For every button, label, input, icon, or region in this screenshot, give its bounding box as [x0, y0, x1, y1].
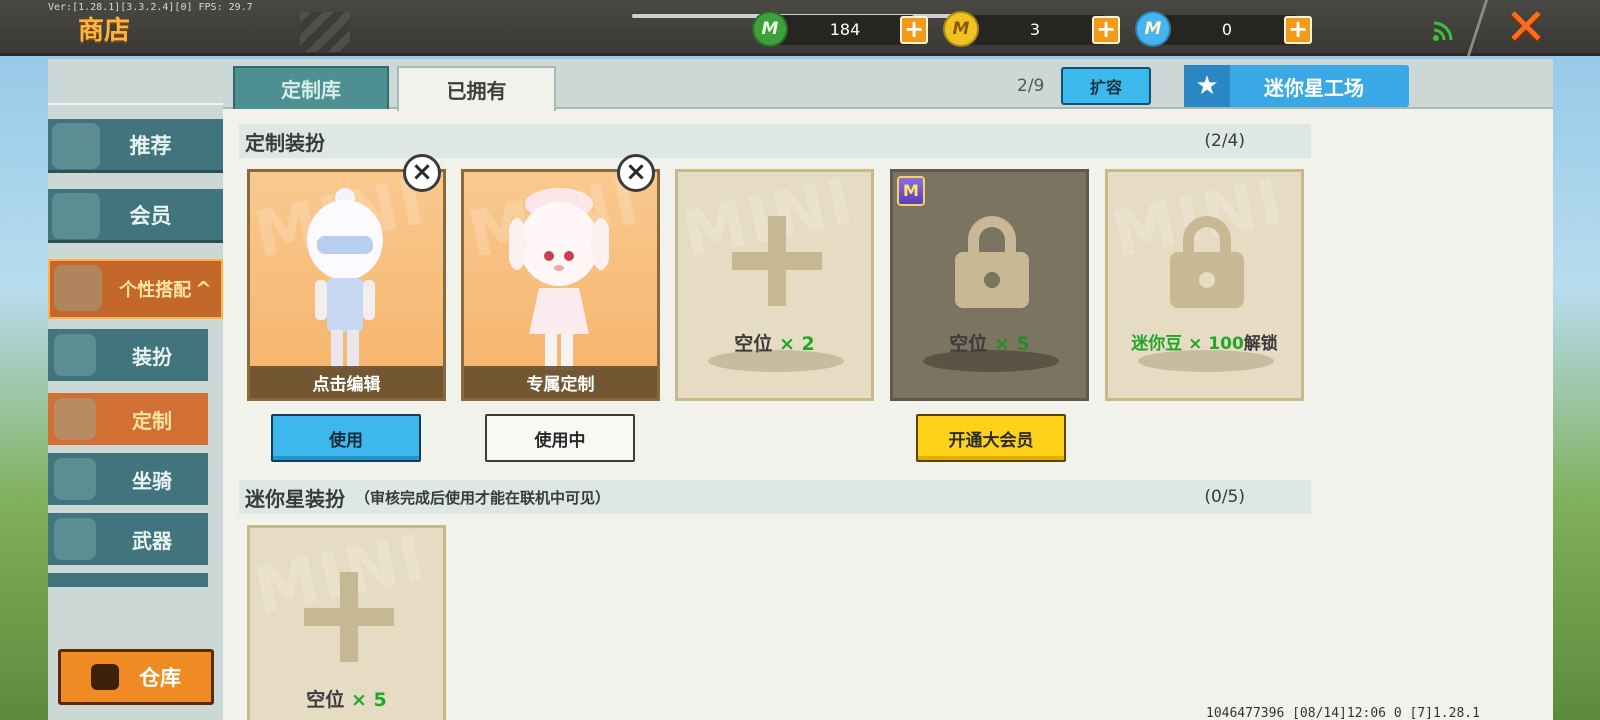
- sidebar-item-recommend[interactable]: 推荐: [48, 119, 223, 173]
- shirt-icon: [54, 334, 96, 376]
- star-icon: ★: [1184, 65, 1230, 107]
- avatar-white-goggles-image: [307, 188, 383, 368]
- lock-icon: [1170, 216, 1244, 308]
- mini-coin-green-icon: M: [752, 11, 788, 47]
- tab-owned[interactable]: 已拥有: [397, 66, 556, 111]
- gun-icon: [54, 518, 96, 560]
- sidebar-item-label: 装扮: [132, 344, 172, 369]
- workshop-label: 迷你星工场: [1264, 75, 1364, 100]
- sidebar-item-label: 定制: [132, 408, 172, 433]
- member-card-icon: [52, 193, 100, 239]
- plus-icon: [304, 572, 394, 662]
- custom-outfit-section-header: 定制装扮 (2/4): [239, 124, 1311, 158]
- add-blue-coin-button[interactable]: +: [1284, 16, 1312, 44]
- card-caption: 专属定制: [464, 366, 657, 398]
- slot-count: × 5: [350, 689, 387, 711]
- lock-icon: [955, 216, 1029, 308]
- sidebar-item-partial[interactable]: [48, 573, 208, 587]
- plus-icon: [732, 216, 822, 306]
- unlock-label: 解锁: [1243, 334, 1278, 354]
- card-caption: 点击编辑: [250, 366, 443, 398]
- chest-icon: [91, 664, 119, 690]
- mini-star-section-header: 迷你星装扮 （审核完成后使用才能在联机中可见） (0/5): [239, 480, 1311, 514]
- slot-label: 空位: [734, 333, 773, 355]
- open-vip-button[interactable]: 开通大会员: [916, 414, 1066, 462]
- close-button[interactable]: ✕: [1500, 2, 1552, 54]
- empty-slot-card[interactable]: MINI 空位 × 2: [675, 169, 874, 401]
- sidebar-item-label: 个性搭配: [119, 280, 192, 301]
- use-button[interactable]: 使用: [271, 414, 421, 462]
- currency-green-value: 184: [829, 20, 861, 39]
- sidebar-item-mount[interactable]: 坐骑: [48, 453, 208, 505]
- expand-capacity-button[interactable]: 扩容: [1061, 67, 1151, 105]
- slot-label: 空位: [306, 689, 345, 711]
- thumbs-up-icon: [52, 123, 100, 169]
- sidebar-item-label: 会员: [129, 203, 172, 228]
- sidebar-item-weapon[interactable]: 武器: [48, 513, 208, 565]
- sidebar-item-personal-style[interactable]: 个性搭配 ^: [48, 259, 223, 319]
- add-gold-coin-button[interactable]: +: [1092, 16, 1120, 44]
- vip-locked-slot-card[interactable]: M 空位 × 5: [890, 169, 1089, 401]
- mount-icon: [54, 458, 96, 500]
- trophy-icon: [54, 265, 102, 311]
- slot-text: 空位 × 5: [250, 685, 443, 712]
- sidebar-item-customize[interactable]: 定制: [48, 393, 208, 445]
- sidebar-divider: [48, 103, 223, 105]
- tab-bar: 定制库 已拥有 2/9 扩容 ★ 迷你星工场: [223, 59, 1553, 111]
- section-title: 定制装扮: [245, 130, 325, 155]
- sidebar-item-member[interactable]: 会员: [48, 189, 223, 243]
- slot-count: × 2: [778, 333, 815, 355]
- mini-coin-blue-icon: M: [1135, 11, 1171, 47]
- slot-text: 空位 × 2: [678, 329, 871, 356]
- section-note: （审核完成后使用才能在联机中可见）: [355, 488, 611, 507]
- vip-badge-icon: M: [897, 176, 925, 206]
- coin-locked-slot-card[interactable]: MINI 迷你豆 × 100解锁: [1105, 169, 1304, 401]
- in-use-button[interactable]: 使用中: [485, 414, 635, 462]
- section-count: (2/4): [1204, 131, 1245, 151]
- decorative-stripes: [300, 12, 350, 52]
- main-panel: 定制库 已拥有 2/9 扩容 ★ 迷你星工场 定制装扮 (2/4) MINI 点…: [223, 59, 1553, 720]
- remove-card-1-button[interactable]: ×: [403, 154, 441, 192]
- currency-gold-value: 3: [1029, 20, 1041, 39]
- outfit-card-2[interactable]: MINI 专属定制: [461, 169, 660, 401]
- device-info: 1046477396 [08/14]12:06 0 [7]1.28.1: [1206, 706, 1480, 720]
- unlock-text: 迷你豆 × 100解锁: [1108, 329, 1301, 354]
- sidebar-item-label: 坐骑: [132, 468, 172, 493]
- slot-count: × 5: [993, 333, 1030, 355]
- sidebar-item-label: 推荐: [129, 133, 172, 158]
- warehouse-button[interactable]: 仓库: [58, 649, 214, 705]
- signal-icon: [1433, 21, 1453, 41]
- slot-text: 空位 × 5: [893, 329, 1086, 356]
- capacity-text: 2/9: [1017, 76, 1045, 96]
- section-count: (0/5): [1204, 487, 1245, 507]
- unlock-price: 迷你豆 × 100: [1131, 334, 1244, 354]
- top-bar: Ver:[1.28.1][3.3.2.4][0] FPS: 29.7 商店 M …: [0, 0, 1600, 56]
- currency-blue-value: 0: [1221, 20, 1233, 39]
- add-green-coin-button[interactable]: +: [900, 16, 928, 44]
- section-title: 迷你星装扮: [245, 486, 345, 511]
- warehouse-label: 仓库: [139, 666, 181, 690]
- remove-card-2-button[interactable]: ×: [617, 154, 655, 192]
- mini-coin-gold-icon: M: [943, 11, 979, 47]
- mini-star-workshop-button[interactable]: ★ 迷你星工场: [1184, 65, 1409, 107]
- top-divider: [1466, 0, 1489, 56]
- page-title: 商店: [78, 16, 131, 46]
- sidebar-item-label: 武器: [132, 528, 172, 553]
- slot-label: 空位: [949, 333, 988, 355]
- chevron-up-icon: ^: [195, 277, 212, 301]
- outfit-card-1[interactable]: MINI 点击编辑: [247, 169, 446, 401]
- avatar-pink-lamb-image: [509, 188, 609, 370]
- star-empty-slot-card[interactable]: MINI 空位 × 5: [247, 525, 446, 720]
- tab-custom-library[interactable]: 定制库: [233, 66, 389, 109]
- pencil-icon: [54, 398, 96, 440]
- sidebar-item-outfit[interactable]: 装扮: [48, 329, 208, 381]
- sidebar: 推荐 会员 个性搭配 ^ 装扮 定制 坐骑 武器 仓库: [48, 59, 223, 720]
